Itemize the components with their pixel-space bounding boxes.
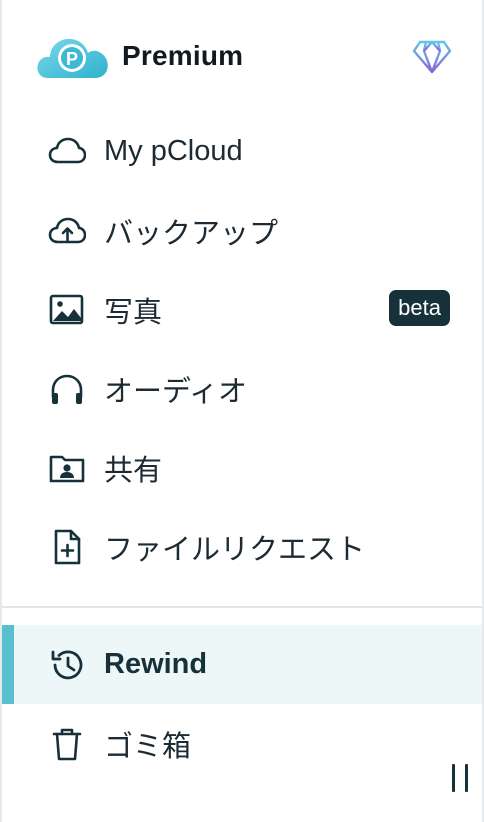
primary-nav: My pCloud バックアップ 写真 beta オーディオ 共有 ファイルリク… (2, 112, 482, 586)
nav-label: バックアップ (104, 217, 279, 250)
sidebar: P Premium My pCloud バックアップ 写真 beta オーディオ… (0, 0, 484, 822)
nav-item-photos[interactable]: 写真 beta (2, 270, 482, 349)
nav-item-trash[interactable]: ゴミ箱 (2, 704, 482, 783)
nav-label: 共有 (104, 454, 163, 487)
sidebar-resize-handle[interactable] (452, 764, 468, 792)
brand-title: Premium (122, 40, 244, 71)
brand-header: P Premium (34, 28, 452, 84)
nav-label: ゴミ箱 (104, 730, 192, 763)
shared-folder-icon (48, 448, 88, 488)
beta-badge: beta (389, 290, 450, 326)
pcloud-logo-icon[interactable]: P (34, 28, 112, 84)
image-icon (48, 290, 88, 330)
diamond-icon[interactable] (412, 36, 452, 76)
file-request-icon (48, 527, 88, 567)
cloud-upload-icon (48, 211, 88, 251)
history-icon (48, 645, 88, 685)
cloud-icon (48, 132, 88, 172)
secondary-nav: Rewind ゴミ箱 (2, 625, 482, 783)
nav-item-audio[interactable]: オーディオ (2, 349, 482, 428)
nav-item-backup[interactable]: バックアップ (2, 191, 482, 270)
resize-grip-bar (465, 764, 468, 792)
nav-label: オーディオ (104, 375, 247, 408)
nav-label: Rewind (104, 648, 208, 680)
nav-label: My pCloud (104, 135, 243, 167)
nav-label: ファイルリクエスト (104, 533, 366, 566)
nav-item-shared[interactable]: 共有 (2, 428, 482, 507)
trash-icon (48, 724, 88, 764)
nav-divider (2, 606, 482, 608)
resize-grip-bar (452, 764, 455, 792)
nav-item-my-pcloud[interactable]: My pCloud (2, 112, 482, 191)
nav-item-file-request[interactable]: ファイルリクエスト (2, 507, 482, 586)
nav-item-rewind[interactable]: Rewind (2, 625, 482, 704)
headphones-icon (48, 369, 88, 409)
nav-label: 写真 (104, 296, 163, 329)
logo-letter: P (66, 49, 78, 69)
